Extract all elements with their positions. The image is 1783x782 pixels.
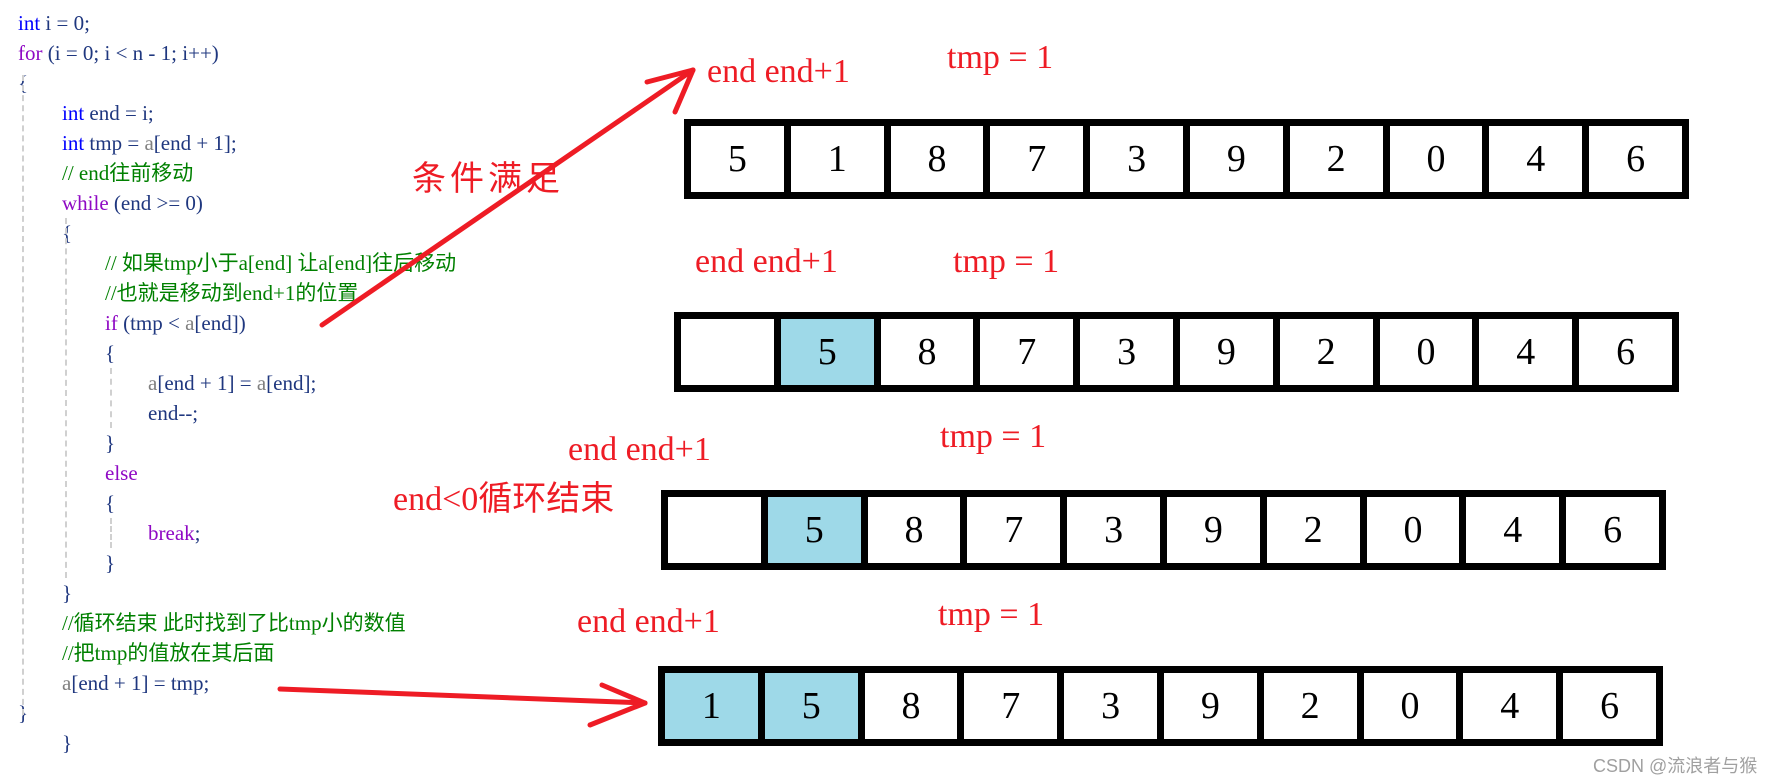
arrow-assign-tmp bbox=[277, 682, 648, 728]
array-cell: 3 bbox=[1080, 319, 1180, 385]
step-4-array: 1587392046 bbox=[658, 666, 1663, 746]
step-2-tmp-label: tmp = 1 bbox=[953, 243, 1060, 280]
step-2-end-label: end end+1 bbox=[695, 243, 838, 280]
array-cell: 7 bbox=[990, 126, 1091, 192]
array-cell: 6 bbox=[1579, 319, 1679, 385]
array-cell: 9 bbox=[1164, 673, 1264, 739]
array-cell: 3 bbox=[1067, 497, 1167, 563]
array-cell: 8 bbox=[881, 319, 981, 385]
array-cell: 5 bbox=[764, 673, 865, 739]
watermark: CSDN @流浪者与猴 bbox=[1593, 756, 1758, 776]
array-cell: 0 bbox=[1390, 126, 1490, 192]
array-cell: 2 bbox=[1280, 319, 1380, 385]
array-cell: 7 bbox=[980, 319, 1081, 385]
array-cell: 4 bbox=[1479, 319, 1580, 385]
array-cell: 7 bbox=[967, 497, 1068, 563]
step-2-array: 587392046 bbox=[674, 312, 1679, 392]
step-1-tmp-label: tmp = 1 bbox=[947, 39, 1054, 76]
array-cell: 4 bbox=[1489, 126, 1590, 192]
array-cell: 2 bbox=[1264, 673, 1364, 739]
step-4-end-label: end end+1 bbox=[577, 603, 720, 640]
array-cell: 1 bbox=[791, 126, 891, 192]
array-cell: 9 bbox=[1167, 497, 1267, 563]
array-cell: 2 bbox=[1267, 497, 1367, 563]
array-cell: 6 bbox=[1563, 673, 1663, 739]
array-cell: 4 bbox=[1463, 673, 1564, 739]
array-cell: 3 bbox=[1090, 126, 1190, 192]
step-3-array: 587392046 bbox=[661, 490, 1666, 570]
array-cell: 0 bbox=[1364, 673, 1464, 739]
array-cell: 7 bbox=[964, 673, 1065, 739]
array-cell: 9 bbox=[1190, 126, 1290, 192]
loop-end-label: end<0循环结束 bbox=[393, 481, 615, 518]
array-cell: 2 bbox=[1290, 126, 1390, 192]
array-cell: 9 bbox=[1180, 319, 1280, 385]
array-cell bbox=[668, 497, 768, 563]
step-3-tmp-label: tmp = 1 bbox=[940, 418, 1047, 455]
array-cell: 0 bbox=[1367, 497, 1467, 563]
array-cell: 8 bbox=[868, 497, 968, 563]
step-3-end-label: end end+1 bbox=[568, 431, 711, 468]
array-cell bbox=[681, 319, 781, 385]
array-cell: 8 bbox=[865, 673, 965, 739]
array-cell: 5 bbox=[767, 497, 868, 563]
step-1-end-label: end end+1 bbox=[707, 53, 850, 90]
array-cell: 6 bbox=[1566, 497, 1666, 563]
step-4-tmp-label: tmp = 1 bbox=[938, 596, 1045, 633]
array-cell: 1 bbox=[665, 673, 765, 739]
array-cell: 4 bbox=[1466, 497, 1567, 563]
array-cell: 0 bbox=[1380, 319, 1480, 385]
array-cell: 5 bbox=[691, 126, 791, 192]
array-cell: 8 bbox=[891, 126, 991, 192]
array-cell: 3 bbox=[1064, 673, 1164, 739]
condition-met-label: 条件满足 bbox=[412, 161, 564, 198]
array-cell: 6 bbox=[1589, 126, 1689, 192]
step-1-array: 5187392046 bbox=[684, 119, 1689, 199]
array-cell: 5 bbox=[780, 319, 881, 385]
